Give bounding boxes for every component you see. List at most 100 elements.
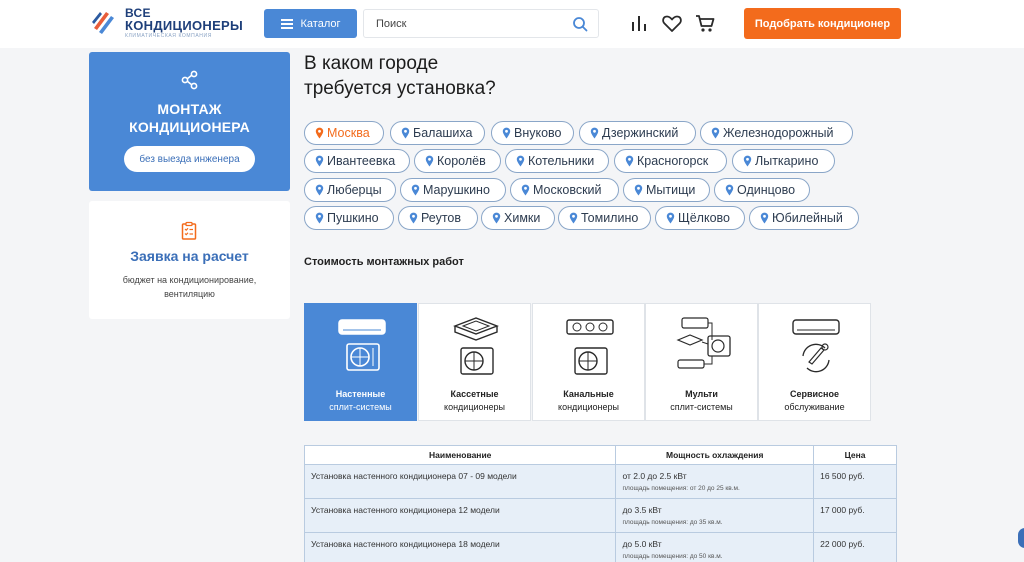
city-chip[interactable]: Марушкино — [400, 178, 506, 202]
search-input[interactable] — [364, 10, 554, 37]
city-chip[interactable]: Дзержинский — [579, 121, 696, 145]
table-row: Установка настенного кондиционера 12 мод… — [303, 498, 897, 533]
city-chip[interactable]: Реутов — [398, 206, 478, 230]
page-title: В каком городе требуется установка? — [304, 51, 604, 101]
city-label: Внуково — [514, 126, 562, 140]
tab-label-2: кондиционеры — [558, 402, 619, 412]
power-value: от 2.0 до 2.5 кВт — [622, 471, 687, 481]
city-label: Москва — [327, 126, 370, 140]
menu-icon — [280, 18, 293, 29]
tab-label-1: Сервисное — [789, 389, 839, 399]
location-pin-icon — [315, 155, 324, 167]
request-card-desc: бюджет на кондиционирование, вентиляцию — [109, 273, 270, 301]
city-chip[interactable]: Балашиха — [390, 121, 485, 145]
city-label: Щёлково — [678, 211, 730, 225]
service-icon — [792, 319, 840, 373]
tab-label-2: сплит-системы — [670, 402, 733, 412]
city-chip[interactable]: Московский — [510, 178, 619, 202]
logo-mark-icon — [92, 12, 114, 34]
city-chip[interactable]: Щёлково — [655, 206, 745, 230]
city-label: Марушкино — [423, 183, 490, 197]
request-desc-line1: бюджет на кондиционирование, — [122, 275, 257, 285]
install-card-title: МОНТАЖ КОНДИЦИОНЕРА — [89, 100, 290, 136]
table-row: Установка настенного кондиционера 07 - 0… — [303, 464, 897, 499]
table-header-row: Наименование Мощность охлаждения Цена — [303, 445, 897, 465]
city-chip[interactable]: Железнодорожный — [700, 121, 853, 145]
city-chip[interactable]: Внуково — [491, 121, 574, 145]
install-title-line2: КОНДИЦИОНЕРА — [129, 119, 250, 135]
city-chip[interactable]: Томилино — [558, 206, 651, 230]
tab-label-2: сплит-системы — [329, 402, 392, 412]
install-card[interactable]: МОНТАЖ КОНДИЦИОНЕРА без выезда инженера — [89, 52, 290, 191]
location-pin-icon — [569, 212, 578, 224]
catalog-label: Каталог — [300, 17, 341, 30]
city-label: Томилино — [581, 211, 639, 225]
row-price-cell: 17 000 руб. — [813, 498, 897, 533]
city-chip[interactable]: Химки — [481, 206, 555, 230]
request-card-title: Заявка на расчет — [130, 248, 249, 264]
area-value: площадь помещения: до 50 кв.м. — [622, 553, 723, 560]
city-label: Московский — [533, 183, 602, 197]
city-label: Котельники — [528, 154, 595, 168]
city-chip[interactable]: Пушкино — [304, 206, 394, 230]
city-chip[interactable]: Одинцово — [714, 178, 810, 202]
location-pin-icon — [516, 155, 525, 167]
search-icon[interactable] — [572, 16, 588, 32]
city-chip[interactable]: Красногорск — [614, 149, 727, 173]
city-chip[interactable]: Мытищи — [623, 178, 710, 202]
share-icon — [181, 70, 198, 90]
city-label: Мытищи — [646, 183, 696, 197]
location-pin-icon — [666, 212, 675, 224]
cart-icon[interactable] — [694, 12, 716, 34]
location-pin-icon — [760, 212, 769, 224]
city-label: Одинцово — [737, 183, 796, 197]
price-table: Наименование Мощность охлаждения Цена Ус… — [303, 445, 897, 562]
ducted-icon — [566, 319, 614, 375]
table-row: Установка настенного кондиционера 18 мод… — [303, 532, 897, 562]
tab-service[interactable]: Сервисное обслуживание — [758, 303, 871, 421]
location-pin-icon — [521, 184, 530, 196]
location-pin-icon — [625, 155, 634, 167]
city-label: Химки — [504, 211, 541, 225]
city-chip[interactable]: Лыткарино — [732, 149, 835, 173]
logo[interactable]: ВСЕ КОНДИЦИОНЕРЫ КЛИМАТИЧЕСКАЯ КОМПАНИЯ — [90, 6, 250, 40]
city-chip[interactable]: Ивантеевка — [304, 149, 410, 173]
tab-multi-split[interactable]: Мульти сплит-системы — [645, 303, 758, 421]
header: ВСЕ КОНДИЦИОНЕРЫ КЛИМАТИЧЕСКАЯ КОМПАНИЯ … — [0, 0, 1024, 48]
tab-wall-split[interactable]: Настенные сплит-системы — [304, 303, 417, 421]
request-card[interactable]: Заявка на расчет бюджет на кондициониров… — [89, 201, 290, 319]
search-box — [363, 9, 599, 38]
location-pin-icon — [711, 127, 720, 139]
city-label: Дзержинский — [602, 126, 679, 140]
city-chip[interactable]: Москва — [304, 121, 384, 145]
tab-cassette[interactable]: Кассетные кондиционеры — [418, 303, 531, 421]
city-chip[interactable]: Люберцы — [304, 178, 396, 202]
tab-label-1: Мульти — [685, 389, 718, 399]
city-label: Лыткарино — [755, 154, 819, 168]
location-pin-icon — [590, 127, 599, 139]
cassette-icon — [453, 317, 499, 375]
city-label: Ивантеевка — [327, 154, 396, 168]
install-title-line1: МОНТАЖ — [157, 101, 222, 117]
wall-split-icon — [338, 319, 386, 371]
unit-type-tabs: Настенные сплит-системы Кассетные кондиц… — [304, 303, 871, 421]
city-chip[interactable]: Котельники — [505, 149, 609, 173]
tab-ducted[interactable]: Канальные кондиционеры — [532, 303, 645, 421]
location-pin-icon — [502, 127, 511, 139]
heart-icon[interactable] — [661, 12, 683, 34]
city-chip[interactable]: Юбилейный — [749, 206, 859, 230]
tab-label-2: кондиционеры — [444, 402, 505, 412]
location-pin-icon — [743, 155, 752, 167]
row-name-cell: Установка настенного кондиционера 18 мод… — [303, 532, 617, 562]
no-engineer-button[interactable]: без выезда инженера — [124, 146, 255, 172]
catalog-button[interactable]: Каталог — [264, 9, 357, 38]
location-pin-icon — [492, 212, 501, 224]
city-chip[interactable]: Королёв — [414, 149, 501, 173]
pick-conditioner-button[interactable]: Подобрать кондиционер — [744, 8, 901, 39]
row-price-cell: 16 500 руб. — [813, 464, 897, 499]
page-title-line1: В каком городе — [304, 53, 439, 74]
chat-widget-button[interactable] — [1018, 528, 1024, 548]
row-power-cell: до 3.5 кВт площадь помещения: до 35 кв.м. — [615, 498, 815, 533]
compare-icon[interactable] — [628, 12, 650, 34]
area-value: площадь помещения: до 35 кв.м. — [622, 519, 723, 526]
